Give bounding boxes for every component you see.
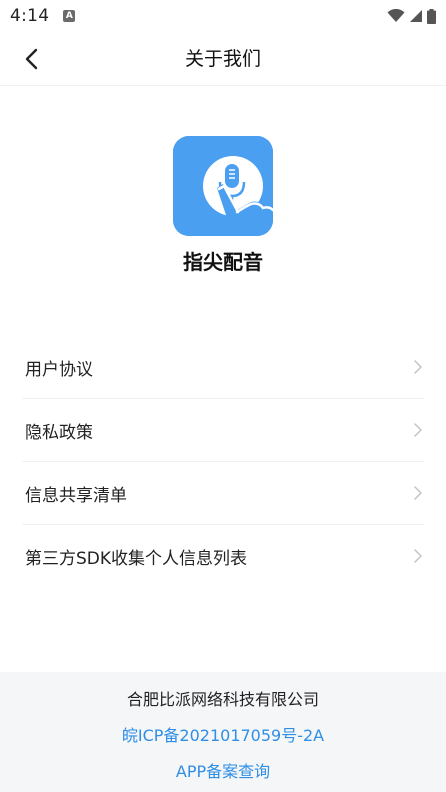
wifi-icon	[387, 9, 405, 22]
a-notification-icon: A	[63, 10, 76, 22]
back-button[interactable]	[14, 42, 48, 76]
footer: 合肥比派网络科技有限公司 皖ICP备2021017059号-2A APP备案查询	[0, 672, 446, 792]
chevron-right-icon	[414, 486, 422, 500]
chevron-right-icon	[414, 549, 422, 563]
menu-item-label: 信息共享清单	[25, 485, 127, 506]
status-bar: 4:14 A	[0, 0, 446, 32]
signal-icon	[410, 10, 422, 22]
app-logo	[173, 136, 273, 236]
menu-item-label: 隐私政策	[25, 422, 93, 443]
app-name: 指尖配音	[183, 250, 263, 274]
app-bar: 关于我们	[0, 32, 446, 86]
status-icons	[387, 8, 436, 24]
page-title: 关于我们	[184, 48, 261, 70]
app-record-query-link[interactable]: APP备案查询	[0, 758, 446, 782]
back-arrow-icon	[25, 48, 38, 70]
menu-list: 用户协议 隐私政策 信息共享清单 第三方SDK收集个人信息列表	[0, 336, 446, 588]
chevron-right-icon	[414, 360, 422, 374]
icp-link[interactable]: 皖ICP备2021017059号-2A	[0, 722, 446, 746]
status-time: 4:14	[10, 6, 50, 26]
menu-item-privacy-policy[interactable]: 隐私政策	[22, 399, 424, 462]
menu-item-third-party-sdk-list[interactable]: 第三方SDK收集个人信息列表	[22, 525, 424, 588]
chevron-right-icon	[414, 423, 422, 437]
about-us-screen: 4:14 A 关于我们 指尖配音 用户协议 隐私政策 信息共享清单 第三方SDK…	[0, 0, 446, 792]
menu-item-label: 用户协议	[25, 359, 93, 380]
company-name: 合肥比派网络科技有限公司	[126, 690, 319, 709]
menu-item-label: 第三方SDK收集个人信息列表	[25, 549, 248, 569]
menu-item-user-agreement[interactable]: 用户协议	[22, 336, 424, 399]
microphone-hand-icon	[173, 136, 273, 236]
menu-item-info-sharing-list[interactable]: 信息共享清单	[22, 462, 424, 525]
battery-icon	[427, 8, 436, 24]
